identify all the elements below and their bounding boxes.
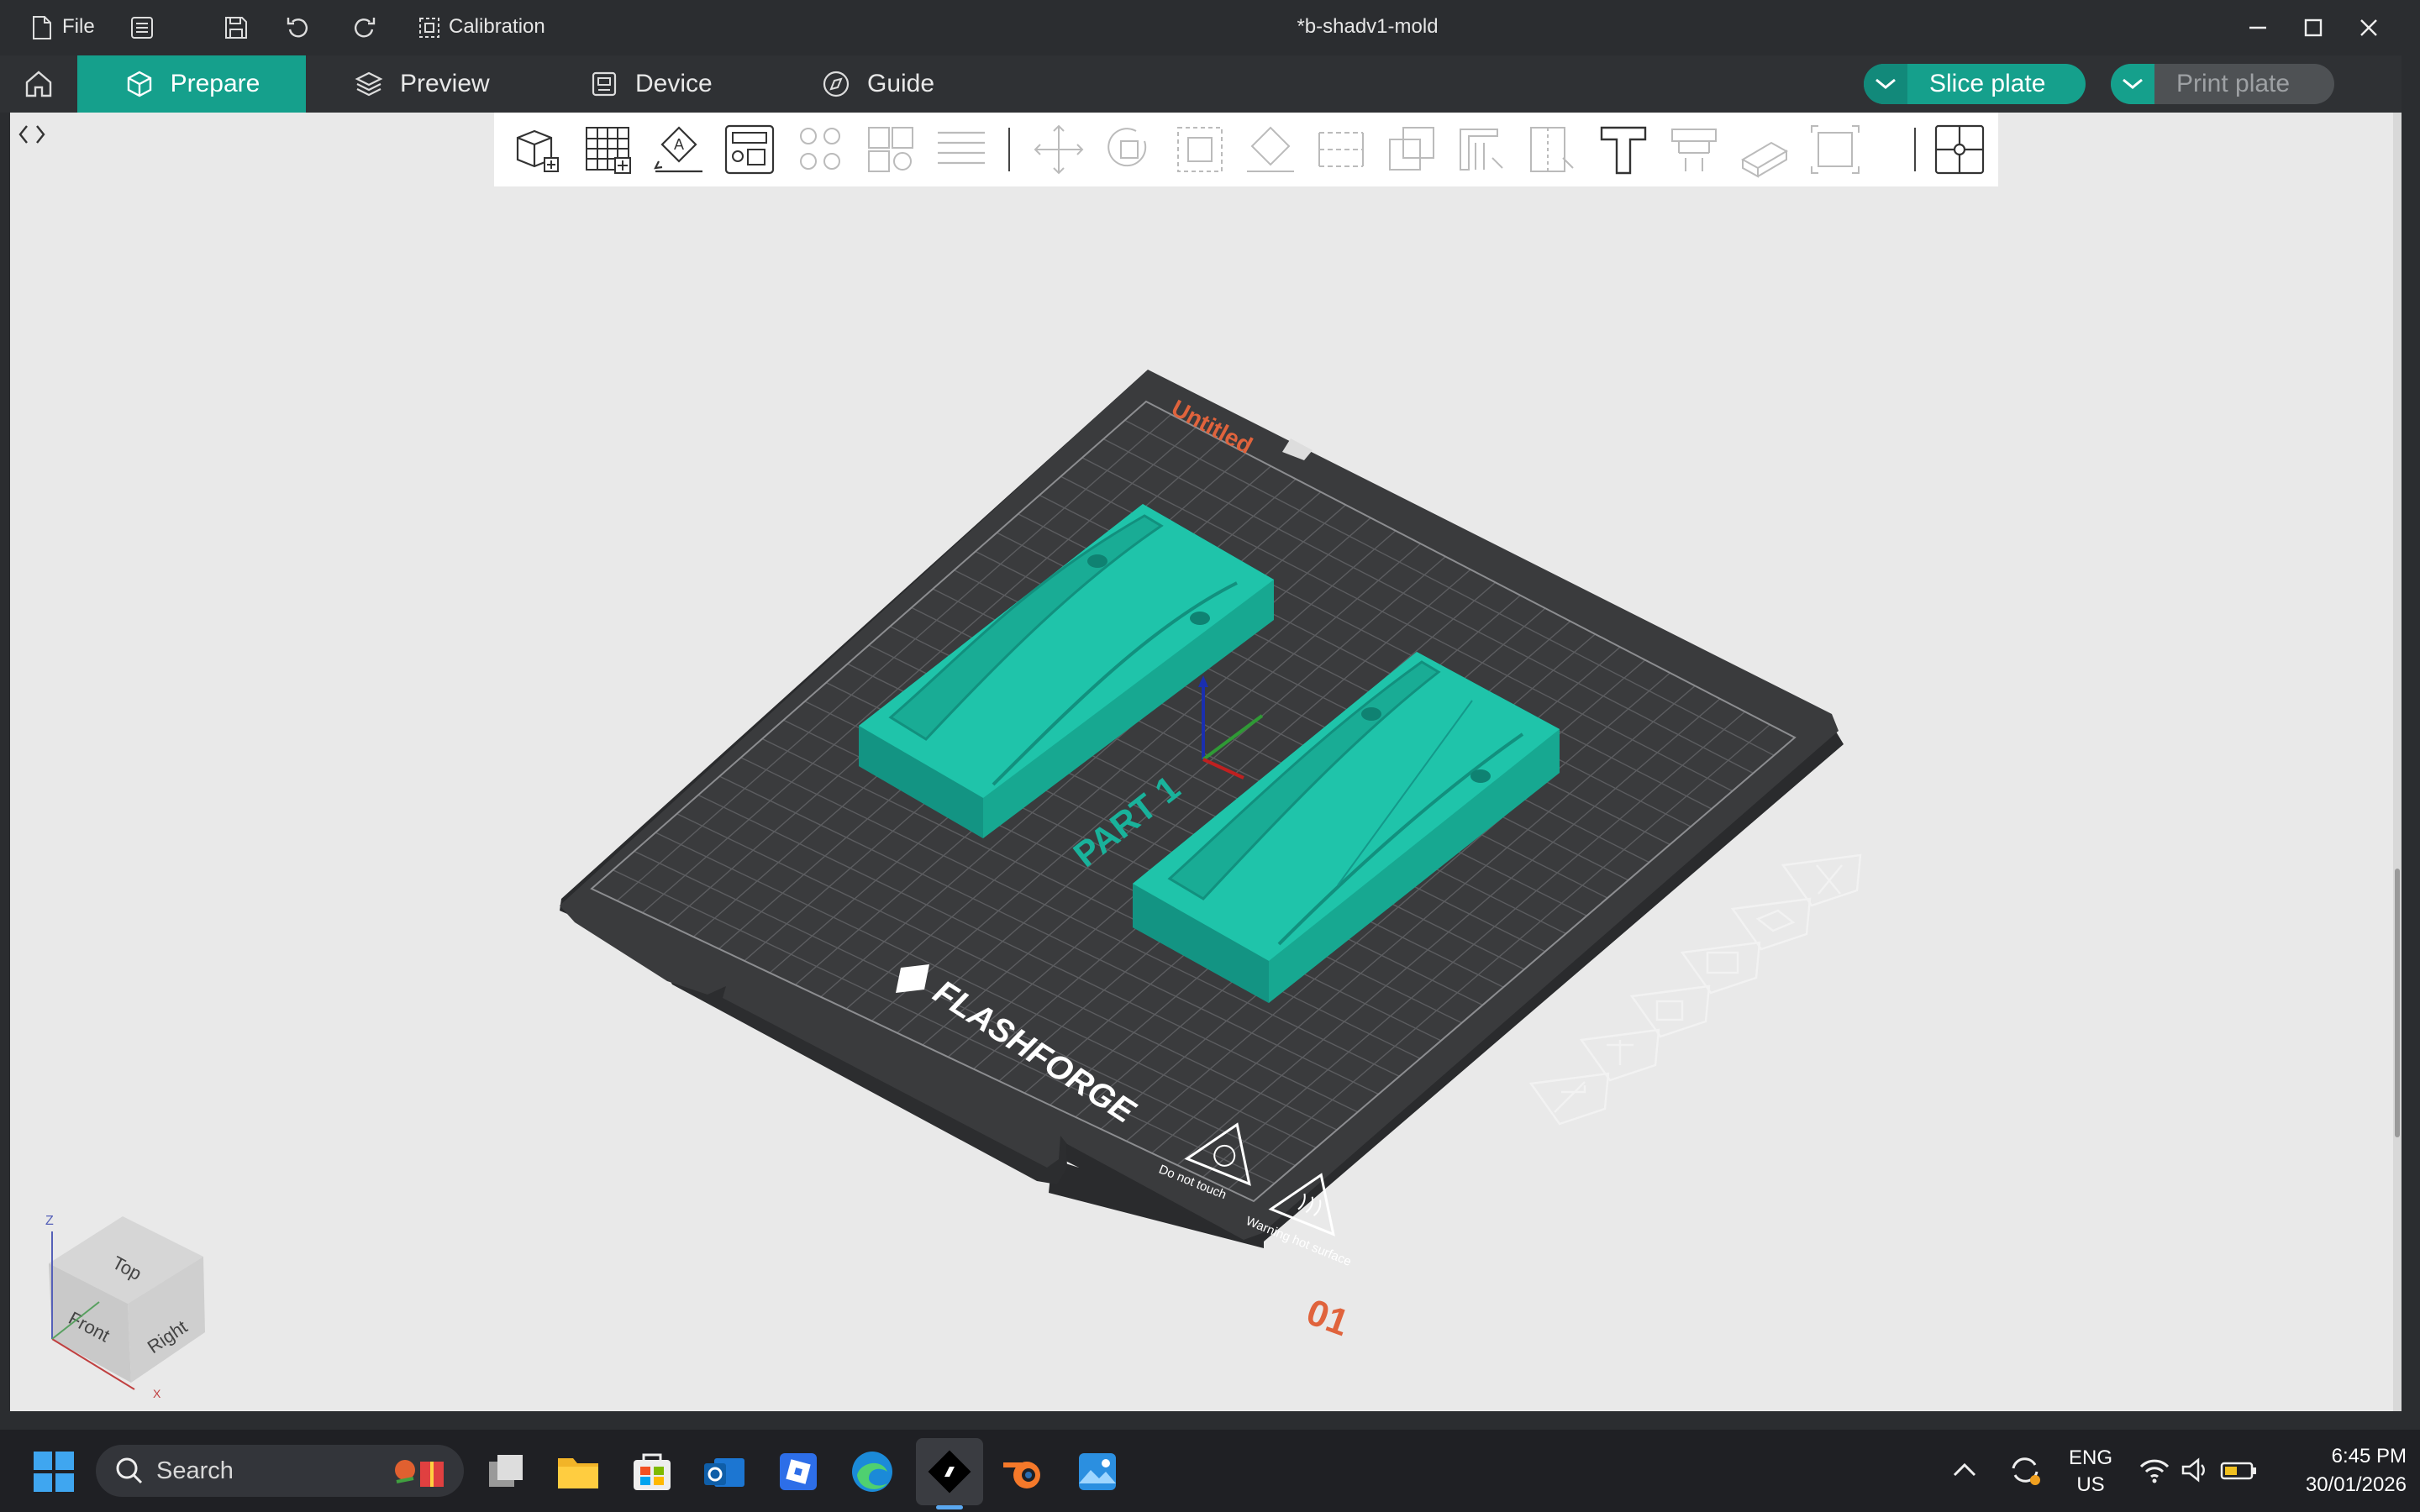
window-frame-left	[0, 113, 10, 1411]
tab-device-label: Device	[635, 70, 713, 97]
main-nav: Prepare Preview Device Guide Slice plate…	[0, 55, 2420, 113]
layers-icon	[355, 71, 383, 97]
slice-plate-button[interactable]: Slice plate	[1864, 64, 2086, 104]
windows-start-icon[interactable]	[29, 1446, 79, 1497]
print-plate-label: Print plate	[2176, 70, 2291, 97]
window-frame-bottom	[0, 1411, 2420, 1430]
view-cube[interactable]: Top Front Right Z X	[27, 1205, 220, 1398]
flashforge-logo-icon	[896, 964, 929, 993]
tab-prepare[interactable]: Prepare	[77, 55, 306, 113]
plate-arrange-icon[interactable]	[1680, 941, 1761, 995]
print-plate-button[interactable]: Print plate	[2111, 64, 2334, 104]
scrollbar-thumb[interactable]	[2395, 869, 2400, 1137]
print-dropdown[interactable]	[2111, 64, 2154, 104]
tab-guide-label: Guide	[867, 70, 935, 97]
gift-icon	[395, 1460, 444, 1487]
taskbar-search[interactable]: Search	[96, 1445, 464, 1497]
axis-x-label: X	[153, 1387, 161, 1398]
mold-2-pin-hole	[1470, 769, 1491, 783]
task-view-icon[interactable]	[481, 1446, 531, 1497]
chevron-down-icon	[1876, 78, 1896, 89]
clock-time[interactable]: 6:45 PM	[2272, 1445, 2407, 1468]
wifi-icon[interactable]	[2138, 1453, 2171, 1487]
sync-icon[interactable]	[2005, 1450, 2045, 1490]
file-explorer-icon[interactable]	[553, 1446, 603, 1497]
document-title: *b-shadv1-mold	[1297, 15, 1439, 38]
battery-icon[interactable]	[2218, 1453, 2259, 1487]
photos-icon[interactable]	[1072, 1446, 1123, 1497]
edge-icon[interactable]	[847, 1446, 897, 1497]
volume-icon[interactable]	[2178, 1453, 2212, 1487]
search-icon	[116, 1457, 143, 1484]
axis-z-label: Z	[45, 1214, 54, 1228]
slice-dropdown[interactable]	[1864, 64, 1907, 104]
viewport-scrollbar[interactable]	[2393, 113, 2402, 1411]
home-button[interactable]	[0, 55, 77, 113]
slice-plate-label: Slice plate	[1929, 70, 2046, 97]
maximize-icon[interactable]	[2297, 12, 2329, 44]
language-label[interactable]: ENG	[2065, 1446, 2116, 1470]
flashforge-icon[interactable]	[924, 1446, 975, 1497]
windows-taskbar: Search ENG US 6:45 PM 30/01/2026	[0, 1430, 2420, 1512]
close-icon[interactable]	[2353, 12, 2385, 44]
search-label: Search	[156, 1457, 234, 1484]
device-icon	[592, 71, 617, 97]
home-icon	[25, 71, 52, 97]
outlook-icon[interactable]	[699, 1446, 750, 1497]
plate-number: 01	[1302, 1291, 1355, 1344]
title-bar: File Calibration *b-shadv1-mold	[0, 0, 2420, 55]
roblox-icon[interactable]	[773, 1446, 823, 1497]
mold-2-pin-hole	[1361, 707, 1381, 721]
region-label[interactable]: US	[2065, 1473, 2116, 1497]
tab-device[interactable]: Device	[588, 55, 713, 113]
tab-preview-label: Preview	[400, 70, 490, 97]
compass-icon	[823, 71, 850, 97]
clock-date[interactable]: 30/01/2026	[2272, 1473, 2407, 1497]
cube-icon	[127, 71, 151, 97]
plate-close-icon[interactable]	[1781, 853, 1862, 907]
minimize-icon[interactable]	[2242, 12, 2274, 44]
3d-viewport[interactable]: A Untitled FLASHFORGE Do not touch Warni…	[10, 113, 2402, 1411]
active-app-indicator	[936, 1505, 963, 1509]
window-frame-right	[2402, 55, 2420, 1430]
build-plate-scene[interactable]: Untitled FLASHFORGE Do not touch Warning…	[10, 113, 2402, 1411]
blender-icon[interactable]	[998, 1446, 1049, 1497]
tab-prepare-label: Prepare	[170, 70, 260, 97]
chevron-down-icon	[2123, 78, 2143, 89]
plate-move-icon[interactable]	[1528, 1072, 1610, 1126]
plate-orient-icon[interactable]	[1730, 897, 1812, 951]
mold-1-pin-hole	[1190, 612, 1210, 625]
chevron-up-icon[interactable]	[1946, 1452, 1983, 1488]
store-icon[interactable]	[627, 1446, 677, 1497]
plate-lock-icon[interactable]	[1629, 984, 1711, 1038]
plate-settings-icon[interactable]	[1579, 1028, 1660, 1082]
tab-guide[interactable]: Guide	[820, 55, 934, 113]
tab-preview[interactable]: Preview	[353, 55, 490, 113]
mold-1-pin-hole	[1087, 554, 1107, 568]
